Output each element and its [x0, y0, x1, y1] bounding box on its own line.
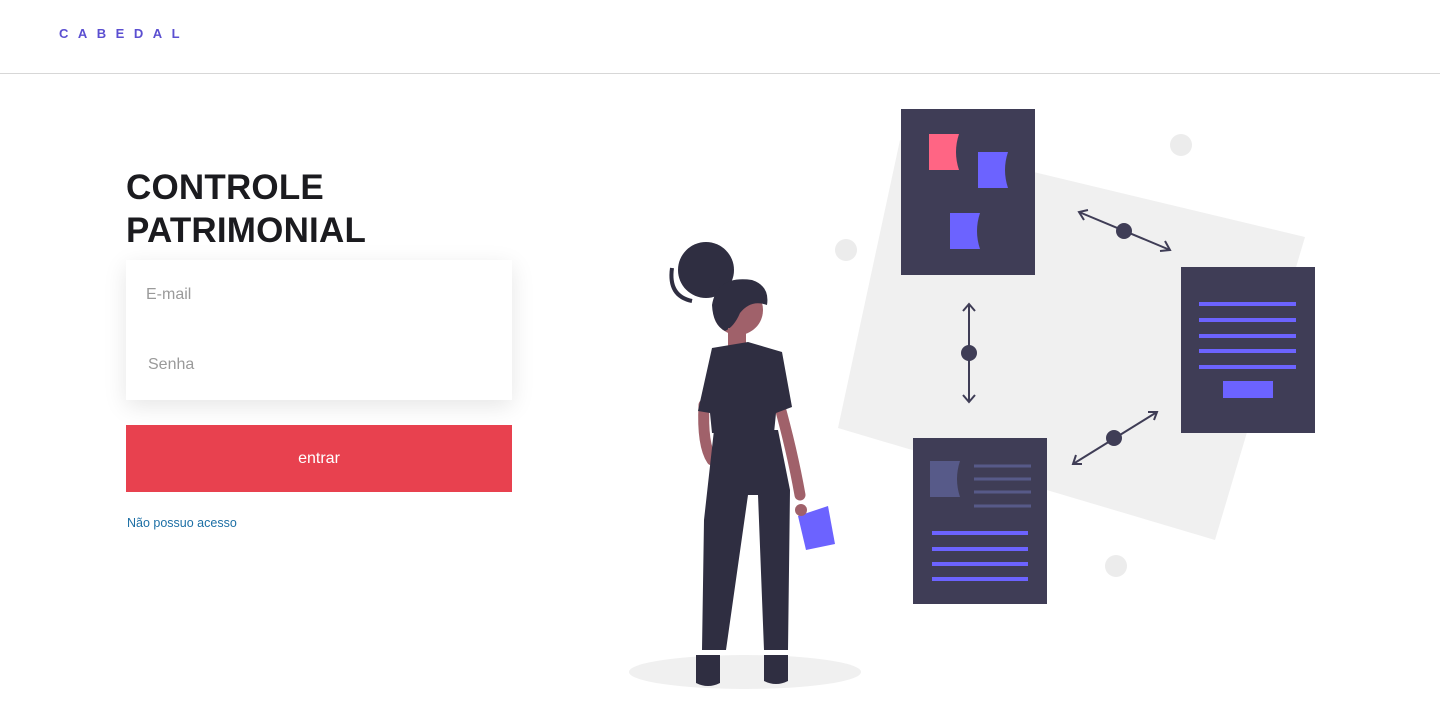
no-access-link[interactable]: Não possuo acesso	[127, 516, 237, 530]
decor-circle	[1170, 134, 1192, 156]
document-card-3	[913, 438, 1047, 604]
brand-logo[interactable]: CABEDAL	[59, 26, 189, 41]
decor-circle	[835, 239, 857, 261]
top-bar: CABEDAL	[0, 0, 1440, 74]
page-title-line-2: PATRIMONIAL	[126, 211, 367, 250]
page-title-line-1: CONTROLE	[126, 168, 324, 207]
email-field[interactable]	[126, 260, 512, 330]
document-card-1	[901, 109, 1035, 275]
login-form	[126, 260, 512, 400]
person-figure	[669, 242, 835, 686]
password-field[interactable]	[126, 330, 512, 400]
documents-illustration	[629, 109, 1315, 689]
document-card-2	[1181, 267, 1315, 433]
page-title: CONTROLE PATRIMONIAL	[126, 166, 366, 252]
decor-circle	[1105, 555, 1127, 577]
floor-shadow	[629, 655, 861, 689]
submit-button[interactable]: entrar	[126, 425, 512, 492]
